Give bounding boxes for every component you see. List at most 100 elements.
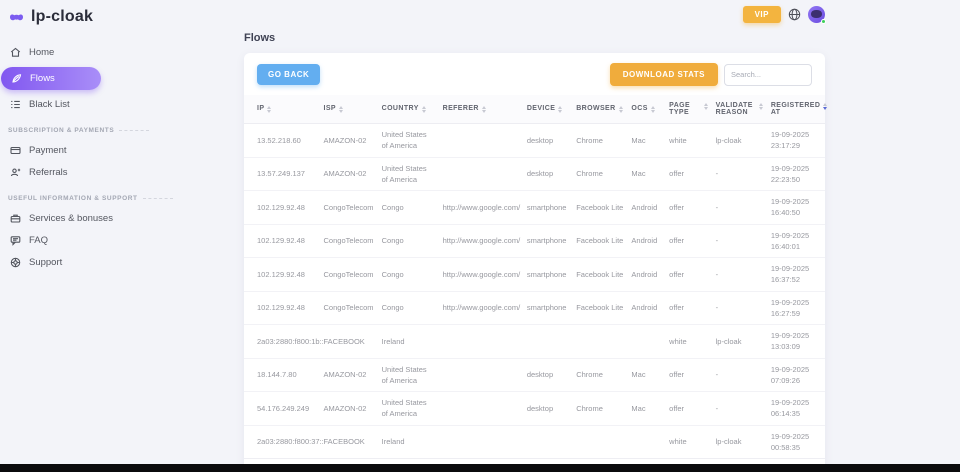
globe-icon[interactable] (788, 8, 801, 21)
sort-icon[interactable] (619, 106, 623, 113)
sidebar-item-black-list[interactable]: Black List (0, 94, 225, 115)
user-avatar[interactable] (808, 6, 825, 23)
table-row: 2a03:2880:f800:1b::FACEBOOKIrelandwhitel… (244, 325, 825, 359)
cell-ip: 102.129.92.48 (244, 224, 320, 258)
cell-page-type: white (665, 124, 711, 158)
cell-isp: CongoTelecom (320, 258, 378, 292)
col-registered-at: Registered at (767, 95, 825, 124)
cell-device: desktop (523, 358, 572, 392)
mask-logo-icon (8, 11, 25, 24)
vip-button[interactable]: VIP (743, 6, 781, 23)
sort-icon-active[interactable] (823, 103, 827, 110)
flows-icon (11, 73, 22, 84)
cell-country: Congo (378, 224, 439, 258)
cell-ocs: Mac (627, 157, 665, 191)
cell-browser: Chrome (572, 124, 627, 158)
topbar: VIP (244, 0, 825, 24)
cell-validate-reason: - (712, 358, 767, 392)
cell-validate-reason: lp-cloak (712, 425, 767, 459)
cell-ip: 18.144.7.80 (244, 358, 320, 392)
main-nav: Home Flows Black List (0, 42, 225, 115)
page-title: Flows (244, 32, 825, 44)
online-status-dot (821, 19, 826, 24)
sort-icon[interactable] (339, 106, 343, 113)
cell-isp: AMAZON-02 (320, 392, 378, 426)
cell-ocs: Android (627, 291, 665, 325)
sidebar-item-referrals[interactable]: Referrals (0, 162, 225, 183)
cell-device: desktop (523, 392, 572, 426)
services-icon (10, 213, 21, 224)
card-header: GO BACK DOWNLOAD STATS (244, 53, 825, 95)
cell-country: Ireland (378, 325, 439, 359)
cell-validate-reason: lp-cloak (712, 124, 767, 158)
section-subscription-payments: Subscription & payments (8, 127, 225, 134)
main-area: VIP Flows GO BACK DOWNLOAD STATS (225, 0, 960, 472)
sidebar-item-support[interactable]: Support (0, 252, 225, 273)
cell-registered-at: 19-09-202500:58:35 (767, 425, 825, 459)
cell-country: Congo (378, 191, 439, 225)
cell-referer: http://www.google.com/ (439, 191, 523, 225)
cell-ocs: Mac (627, 392, 665, 426)
sort-icon[interactable] (267, 106, 271, 113)
col-validate-reason: Validate reason (712, 95, 767, 124)
sidebar-item-faq[interactable]: FAQ (0, 230, 225, 251)
cell-isp: AMAZON-02 (320, 124, 378, 158)
sidebar-item-home[interactable]: Home (0, 42, 225, 63)
sort-icon[interactable] (651, 106, 655, 113)
cell-page-type: offer (665, 291, 711, 325)
sort-icon[interactable] (558, 106, 562, 113)
cell-ocs (627, 325, 665, 359)
sort-icon[interactable] (482, 106, 486, 113)
bottom-bar (0, 464, 960, 472)
cell-validate-reason: - (712, 392, 767, 426)
cell-browser: Facebook Lite (572, 191, 627, 225)
sidebar-item-label: Black List (29, 99, 70, 110)
logo[interactable]: lp-cloak (0, 6, 225, 36)
sidebar-item-payment[interactable]: Payment (0, 140, 225, 161)
section-divider (143, 198, 173, 199)
cell-referer (439, 392, 523, 426)
cell-country: United States of America (378, 392, 439, 426)
sort-icon[interactable] (422, 106, 426, 113)
cell-registered-at: 19-09-202507:09:26 (767, 358, 825, 392)
cell-device: desktop (523, 157, 572, 191)
search-input[interactable] (724, 64, 812, 86)
sidebar-item-services-bonuses[interactable]: Services & bonuses (0, 208, 225, 229)
cell-isp: CongoTelecom (320, 291, 378, 325)
cell-ip: 2a03:2880:f800:37:: (244, 425, 320, 459)
cell-country: United States of America (378, 124, 439, 158)
cell-country: Congo (378, 258, 439, 292)
table-row: 102.129.92.48CongoTelecomCongohttp://www… (244, 191, 825, 225)
cell-referer (439, 157, 523, 191)
cell-registered-at: 19-09-202506:14:35 (767, 392, 825, 426)
cell-registered-at: 19-09-202516:40:50 (767, 191, 825, 225)
cell-validate-reason: - (712, 224, 767, 258)
sort-icon[interactable] (704, 103, 708, 110)
cell-registered-at: 19-09-202516:40:01 (767, 224, 825, 258)
cell-referer (439, 358, 523, 392)
cell-isp: CongoTelecom (320, 191, 378, 225)
go-back-button[interactable]: GO BACK (257, 64, 320, 85)
section-divider (119, 130, 149, 131)
cell-referer (439, 124, 523, 158)
cell-device: smartphone (523, 291, 572, 325)
cell-ocs: Android (627, 224, 665, 258)
cell-country: Congo (378, 291, 439, 325)
cell-isp: AMAZON-02 (320, 157, 378, 191)
cell-ip: 102.129.92.48 (244, 258, 320, 292)
sidebar-item-label: Flows (30, 73, 55, 84)
download-stats-button[interactable]: DOWNLOAD STATS (610, 63, 718, 86)
support-icon (10, 257, 21, 268)
cell-browser: Facebook Lite (572, 291, 627, 325)
payment-icon (10, 145, 21, 156)
support-nav: Services & bonuses FAQ Support (0, 208, 225, 273)
sort-icon[interactable] (759, 103, 763, 110)
sidebar-item-flows[interactable]: Flows (1, 67, 101, 90)
cell-device: desktop (523, 124, 572, 158)
cell-page-type: white (665, 425, 711, 459)
cell-validate-reason: - (712, 191, 767, 225)
table-row: 13.57.249.137AMAZON-02United States of A… (244, 157, 825, 191)
col-ocs: OCS (627, 95, 665, 124)
cell-page-type: offer (665, 358, 711, 392)
col-browser: Browser (572, 95, 627, 124)
